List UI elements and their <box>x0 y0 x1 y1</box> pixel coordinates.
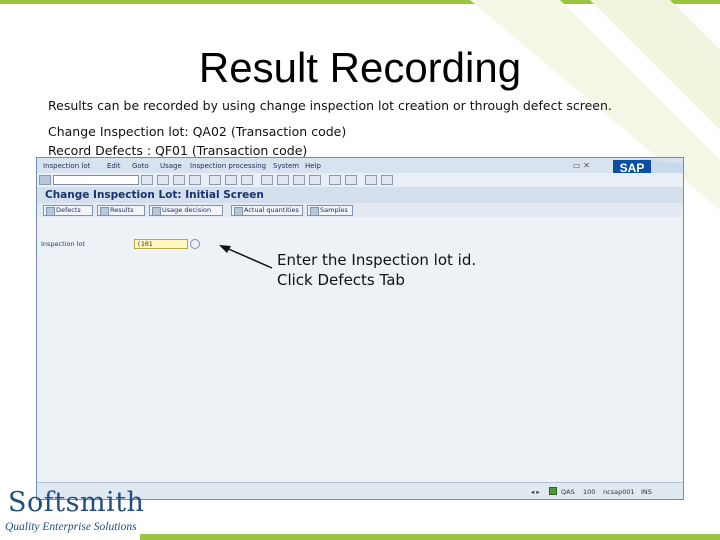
first-page-icon[interactable] <box>261 175 273 185</box>
menu-system[interactable]: System <box>273 162 299 170</box>
status-server: ncsap001 <box>603 488 635 496</box>
inspection-lot-input[interactable]: (101 <box>134 239 188 249</box>
results-button[interactable]: Results <box>97 205 145 216</box>
back-icon[interactable] <box>157 175 169 185</box>
sap-standard-toolbar <box>37 173 683 187</box>
callout-text: Enter the Inspection lot id. Click Defec… <box>277 250 476 290</box>
next-page-icon[interactable] <box>293 175 305 185</box>
menu-edit[interactable]: Edit <box>107 162 121 170</box>
menu-usage[interactable]: Usage <box>160 162 182 170</box>
slide-title: Result Recording <box>198 44 522 91</box>
previous-page-icon[interactable] <box>277 175 289 185</box>
defects-button[interactable]: Defects <box>43 205 93 216</box>
callout-line-2: Click Defects Tab <box>277 271 405 289</box>
samples-button[interactable]: Samples <box>307 205 353 216</box>
exit-icon[interactable] <box>173 175 185 185</box>
sap-window: Inspection lot Edit Goto Usage Inspectio… <box>36 157 684 500</box>
logo-name: Softsmith <box>8 487 145 518</box>
intro-text: Results can be recorded by using change … <box>48 98 612 113</box>
enter-icon[interactable] <box>39 175 51 185</box>
status-arrow-icon[interactable]: ◂ ▸ <box>531 488 540 496</box>
menu-help[interactable]: Help <box>305 162 321 170</box>
cancel-icon[interactable] <box>189 175 201 185</box>
layout-menu-icon[interactable] <box>381 175 393 185</box>
menu-goto[interactable]: Goto <box>132 162 149 170</box>
screen-title-bar: Change Inspection Lot: Initial Screen <box>37 187 683 203</box>
status-system: QAS <box>561 488 575 496</box>
application-toolbar: Defects Results Usage decision Actual qu… <box>37 203 683 217</box>
search-help-icon[interactable] <box>190 239 200 249</box>
window-controls-icon[interactable]: ▭ ✕ <box>573 161 590 170</box>
status-indicator-icon <box>549 487 557 495</box>
status-mode: INS <box>641 488 652 496</box>
inspection-lot-label: Inspection lot <box>41 240 85 248</box>
command-field[interactable] <box>53 175 139 185</box>
softsmith-logo: Softsmith Quality Enterprise Solutions <box>5 487 144 537</box>
logo-tagline: Quality Enterprise Solutions <box>5 521 137 533</box>
save-icon[interactable] <box>141 175 153 185</box>
help-icon[interactable] <box>365 175 377 185</box>
menu-inspection-lot[interactable]: Inspection lot <box>43 162 90 170</box>
last-page-icon[interactable] <box>309 175 321 185</box>
callout-line-1: Enter the Inspection lot id. <box>277 251 477 269</box>
print-icon[interactable] <box>209 175 221 185</box>
find-next-icon[interactable] <box>241 175 253 185</box>
shortcut-icon[interactable] <box>345 175 357 185</box>
actual-quantities-button[interactable]: Actual quantities <box>231 205 303 216</box>
screen-title: Change Inspection Lot: Initial Screen <box>45 189 264 201</box>
usage-decision-button[interactable]: Usage decision <box>149 205 223 216</box>
sap-menubar: Inspection lot Edit Goto Usage Inspectio… <box>37 158 683 173</box>
find-icon[interactable] <box>225 175 237 185</box>
transaction-qa02-text: Change Inspection lot: QA02 (Transaction… <box>48 124 347 139</box>
menu-inspection-processing[interactable]: Inspection processing <box>190 162 266 170</box>
status-client: 100 <box>583 488 596 496</box>
transaction-qf01-text: Record Defects : QF01 (Transaction code) <box>48 143 308 158</box>
create-session-icon[interactable] <box>329 175 341 185</box>
bottom-accent-bar <box>140 534 720 540</box>
